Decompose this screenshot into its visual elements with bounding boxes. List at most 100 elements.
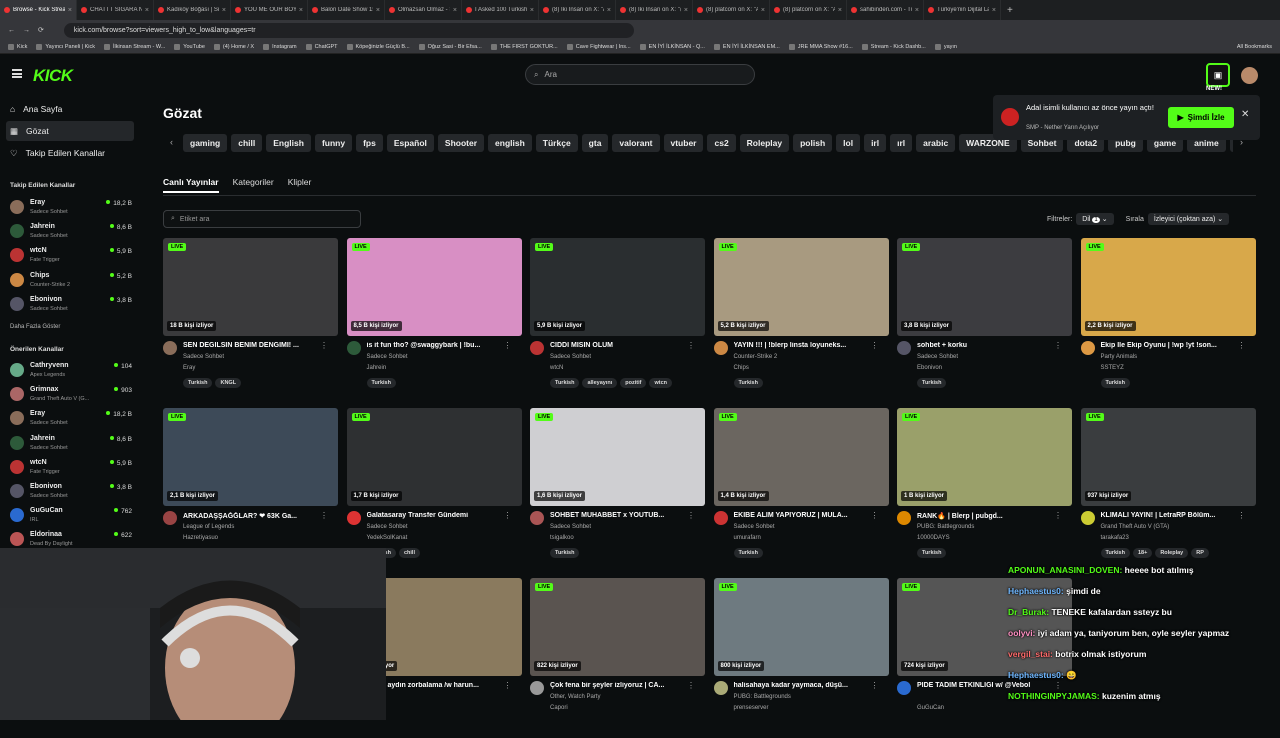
stream-thumbnail[interactable]: LIVE 3,8 B kişi izliyor bbox=[897, 238, 1072, 336]
stream-tag[interactable]: Turkish bbox=[366, 378, 396, 388]
browser-tab[interactable]: YOU ME OUR BOY | SS× bbox=[231, 0, 308, 20]
stream-tag[interactable]: Turkish bbox=[183, 378, 213, 388]
streamer-name[interactable]: Chips bbox=[734, 365, 749, 371]
streamer-name[interactable]: prenseserver bbox=[734, 705, 769, 711]
streamer-name[interactable]: tsigalkoo bbox=[550, 535, 574, 541]
streamer-avatar[interactable] bbox=[713, 341, 728, 355]
stream-title[interactable]: EKİBE ALIM YAPIYORUZ | MÜLA... bbox=[734, 512, 874, 519]
stream-thumbnail[interactable]: LIVE 937 kişi izliyor bbox=[1080, 408, 1256, 506]
stream-tag[interactable]: chill bbox=[398, 548, 420, 558]
bookmark-item[interactable]: Kick bbox=[8, 43, 27, 50]
bookmark-item[interactable]: Stream - Kick Dashb... bbox=[861, 43, 926, 50]
streamer-avatar[interactable] bbox=[1080, 511, 1095, 525]
close-tab-icon[interactable]: × bbox=[684, 7, 688, 14]
stream-title[interactable]: halisahaya kadar yaymaca, düşü... bbox=[734, 682, 874, 689]
more-options-icon[interactable]: ⋮ bbox=[504, 511, 512, 520]
sidebar-nav-2[interactable]: ♡ Takip Edilen Kanallar bbox=[6, 143, 134, 163]
more-options-icon[interactable]: ⋮ bbox=[1054, 511, 1062, 520]
tag-chip[interactable]: vtuber bbox=[663, 134, 704, 152]
stream-tag[interactable]: pozitif bbox=[620, 378, 647, 388]
tag-chip[interactable]: chill bbox=[231, 134, 263, 152]
stream-category[interactable]: League of Legends bbox=[183, 524, 234, 530]
sidebar-channel[interactable]: Ebonivon Sadece Sohbet 3,8 B bbox=[10, 293, 132, 315]
browser-tab[interactable]: Kadıköy Boğası | Sinem× bbox=[154, 0, 231, 20]
stream-category[interactable]: Other, Watch Party bbox=[550, 694, 600, 700]
watch-now-button[interactable]: ▶ Şimdi İzle bbox=[1168, 107, 1234, 128]
stream-title[interactable]: SOHBET MUHABBET x YOUTUB... bbox=[550, 512, 690, 519]
sidebar-nav-0[interactable]: ⌂ Ana Sayfa bbox=[6, 99, 134, 119]
streamer-avatar[interactable] bbox=[1080, 341, 1095, 355]
streamer-avatar[interactable] bbox=[163, 341, 177, 355]
stream-title[interactable]: ARKADAŞŞAĞĞLAR? ❤ 63K Ga... bbox=[183, 512, 323, 520]
tag-search-input[interactable]: ⌕ Etiket ara bbox=[163, 210, 361, 228]
streamer-name[interactable]: umurafarn bbox=[734, 535, 761, 541]
more-options-icon[interactable]: ⋮ bbox=[1054, 341, 1062, 350]
bookmark-item[interactable]: Instagram bbox=[263, 43, 297, 50]
browser-tab[interactable]: (8) İki İnsan on X: "@toc× bbox=[616, 0, 693, 20]
tag-chip[interactable]: Shooter bbox=[437, 134, 485, 152]
sidebar-nav-1[interactable]: ▦ Gözat bbox=[6, 121, 134, 141]
stream-tag[interactable]: Turkish bbox=[1100, 548, 1130, 558]
browser-tab[interactable]: sahibinden.com - Türkiy× bbox=[847, 0, 924, 20]
streamer-name[interactable]: SSTEYZ bbox=[1101, 365, 1124, 371]
bookmark-item[interactable]: THE FIRST GOKTUR... bbox=[490, 43, 558, 50]
tab-2[interactable]: Klipler bbox=[288, 177, 312, 193]
stream-card[interactable]: LIVE 1,4 B kişi izliyor EKİBE ALIM YAPIYOR… bbox=[713, 408, 889, 568]
stream-category[interactable]: Sadece Sohbet bbox=[183, 354, 224, 360]
stream-thumbnail[interactable]: LIVE 800 kişi izliyor bbox=[713, 578, 889, 676]
more-options-icon[interactable]: ⋮ bbox=[1238, 511, 1246, 520]
sidebar-channel[interactable]: Jahrein Sadece Sohbet 8,6 B bbox=[10, 220, 132, 242]
stream-card[interactable]: LIVE 1 B kişi izliyor RANK🔥 | Blerp | pubg… bbox=[897, 408, 1072, 568]
streamer-name[interactable]: wtcN bbox=[550, 365, 563, 371]
browser-tab[interactable]: (8) platcorn on X: "Ad.ar× bbox=[770, 0, 847, 20]
stream-card[interactable]: LIVE 800 kişi izliyor halisahaya kadar yay… bbox=[713, 578, 889, 738]
streamer-name[interactable]: tarakafa23 bbox=[1101, 535, 1129, 541]
more-options-icon[interactable]: ⋮ bbox=[687, 341, 695, 350]
stream-tag[interactable]: Turkish bbox=[917, 548, 947, 558]
more-options-icon[interactable]: ⋮ bbox=[320, 341, 328, 350]
create-stream-button[interactable]: ▣ bbox=[1206, 63, 1230, 87]
bookmark-item[interactable]: EN İYİ İLKİNSAN - Q... bbox=[639, 43, 705, 50]
browser-tab[interactable]: Olmazsan Olmaz - Selin× bbox=[385, 0, 462, 20]
chevron-left-icon[interactable]: ‹ bbox=[170, 137, 173, 147]
streamer-avatar[interactable] bbox=[897, 511, 911, 525]
user-avatar[interactable] bbox=[1241, 67, 1258, 84]
tag-chip[interactable]: polish bbox=[793, 134, 833, 152]
search-input[interactable]: ⌕ Ara bbox=[525, 64, 755, 85]
stream-tag[interactable]: alleyayını bbox=[582, 378, 618, 388]
stream-title[interactable]: Ekip İle Ekip Oyunu | !wp !yt !son... bbox=[1101, 342, 1241, 349]
tag-chip[interactable]: english bbox=[488, 134, 532, 152]
stream-card[interactable]: LIVE 18 B kişi izliyor SEN DEĞİLSİN BENİM … bbox=[163, 238, 338, 398]
close-icon[interactable]: ✕ bbox=[1241, 109, 1249, 120]
stream-title[interactable]: Galatasaray Transfer Gündemi bbox=[367, 512, 507, 519]
bookmark-item[interactable]: JRE MMA Show #16... bbox=[788, 43, 853, 50]
streamer-avatar[interactable] bbox=[897, 341, 911, 355]
stream-title[interactable]: güray aydın zorbalama /w harun... bbox=[367, 682, 507, 689]
stream-title[interactable]: sohbet + korku bbox=[917, 342, 1057, 349]
streamer-name[interactable]: Ebonivon bbox=[917, 365, 942, 371]
streamer-name[interactable]: Hazretiyasuo bbox=[183, 535, 218, 541]
stream-title[interactable]: YAYIN !!! | !blerp linsta loyuneks... bbox=[734, 342, 874, 349]
streamer-avatar[interactable] bbox=[346, 511, 361, 525]
stream-category[interactable]: PUBG: Battlegrounds bbox=[917, 524, 974, 530]
bookmark-item[interactable]: (4) Home / X bbox=[213, 43, 254, 50]
streamer-avatar[interactable] bbox=[530, 511, 544, 525]
stream-thumbnail[interactable]: LIVE 8,5 B kişi izliyor bbox=[346, 238, 522, 336]
sidebar-channel[interactable]: Ebonivon Sadece Sohbet 3,8 B bbox=[10, 480, 132, 502]
language-dropdown[interactable]: Dil 1 ⌄ bbox=[1076, 213, 1114, 225]
streamer-avatar[interactable] bbox=[713, 681, 728, 695]
stream-category[interactable]: Sadece Sohbet bbox=[550, 354, 591, 360]
sidebar-channel[interactable]: Chips Counter-Strike 2 5,2 B bbox=[10, 269, 132, 291]
more-options-icon[interactable]: ⋮ bbox=[871, 511, 879, 520]
browser-tab[interactable]: (8) platcorn on X: "Adi× bbox=[693, 0, 770, 20]
new-tab-icon[interactable]: + bbox=[1007, 5, 1013, 16]
close-tab-icon[interactable]: × bbox=[453, 7, 457, 14]
streamer-name[interactable]: YedekSolKanat bbox=[367, 535, 408, 541]
streamer-name[interactable]: 10000DAYS bbox=[917, 535, 950, 541]
stream-tag[interactable]: Turkish bbox=[550, 548, 580, 558]
streamer-name[interactable]: Eray bbox=[183, 365, 195, 371]
more-options-icon[interactable]: ⋮ bbox=[1238, 341, 1246, 350]
stream-category[interactable]: Sadece Sohbet bbox=[734, 524, 775, 530]
streamer-name[interactable]: Jahrein bbox=[367, 365, 387, 371]
sidebar-channel[interactable]: Cathryvenn Apex Legends 104 bbox=[10, 359, 132, 381]
